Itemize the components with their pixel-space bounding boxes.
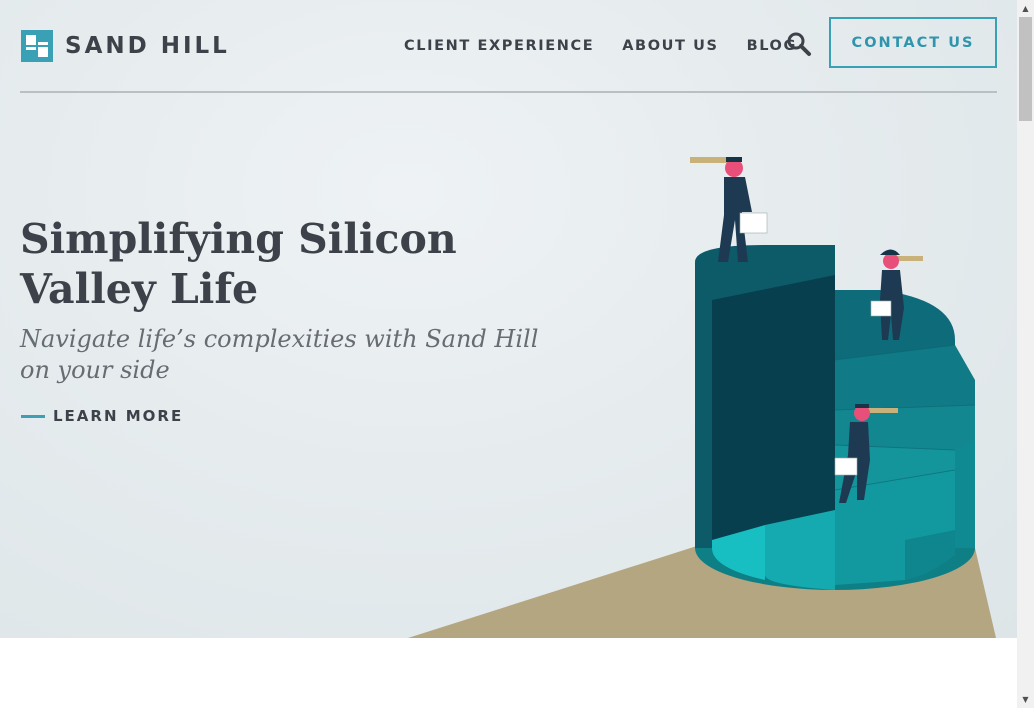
content-section: [0, 638, 1017, 708]
logo-text: SAND HILL: [65, 33, 230, 59]
learn-more-label: LEARN MORE: [53, 407, 184, 425]
hero-subtitle: Navigate life’s complexities with Sand H…: [20, 325, 539, 384]
learn-more-dash: [21, 414, 45, 418]
search-icon[interactable]: [786, 31, 812, 57]
scroll-thumb[interactable]: [1019, 17, 1032, 121]
scroll-down-icon[interactable]: ▼: [1017, 691, 1034, 708]
header-divider: [20, 91, 997, 93]
hero-section: Simplifying Silicon Valley Life Navigate…: [0, 0, 1017, 638]
page-scrollbar[interactable]: ▲ ▼: [1017, 0, 1034, 708]
logo-mark-icon: [21, 30, 53, 62]
hero-title: Simplifying Silicon Valley Life: [20, 215, 457, 313]
learn-more-link[interactable]: LEARN MORE: [21, 407, 183, 425]
scroll-up-icon[interactable]: ▲: [1017, 0, 1034, 17]
contact-us-button[interactable]: CONTACT US: [829, 17, 997, 68]
main-nav: CLIENT EXPERIENCE ABOUT US BLOG: [404, 38, 825, 54]
sand-hill-logo[interactable]: SAND HILL: [21, 30, 230, 62]
nav-client-experience[interactable]: CLIENT EXPERIENCE: [404, 38, 594, 54]
nav-about-us[interactable]: ABOUT US: [622, 38, 718, 54]
